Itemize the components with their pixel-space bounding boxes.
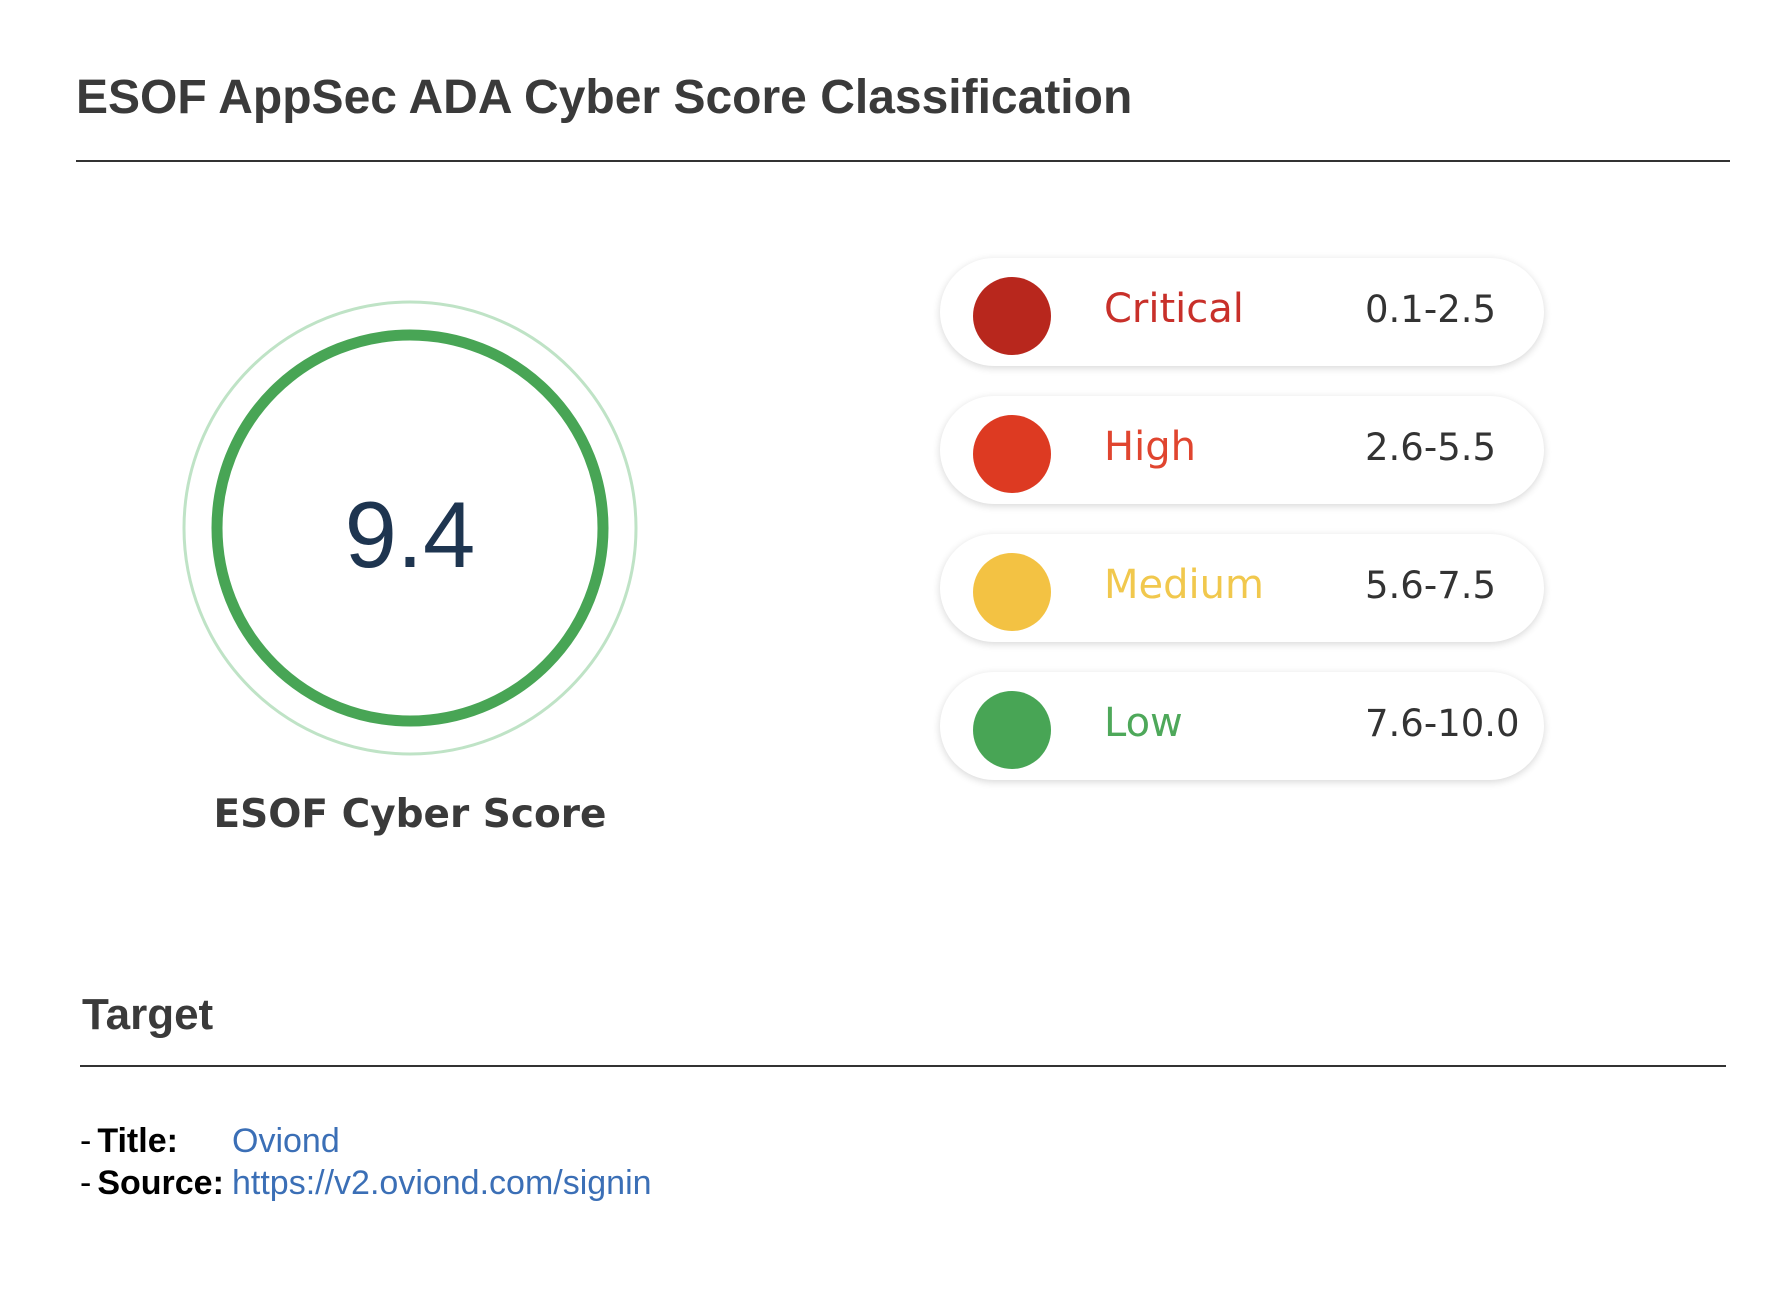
- target-heading: Target: [82, 990, 214, 1039]
- legend-item-medium: Medium 5.6-7.5: [940, 534, 1544, 642]
- legend-level: Low: [1104, 700, 1183, 746]
- score-legend: Critical 0.1-2.5 High 2.6-5.5 Medium 5.6…: [940, 258, 1548, 810]
- list-dash: -: [80, 1164, 92, 1202]
- target-title-row: - Title: Oviond: [80, 1122, 340, 1161]
- legend-level: Critical: [1104, 286, 1244, 332]
- medium-dot-icon: [973, 553, 1051, 631]
- cyber-score-label: ESOF Cyber Score: [213, 792, 607, 837]
- legend-item-high: High 2.6-5.5: [940, 396, 1544, 504]
- critical-dot-icon: [973, 277, 1051, 355]
- low-dot-icon: [973, 691, 1051, 769]
- cyber-score-gauge: 9.4: [180, 298, 640, 758]
- list-dash: -: [80, 1122, 92, 1160]
- target-title-key: Title:: [97, 1122, 178, 1160]
- target-title-value: Oviond: [232, 1122, 340, 1160]
- title-divider: [76, 160, 1730, 162]
- page-title: ESOF AppSec ADA Cyber Score Classificati…: [76, 71, 1133, 124]
- cyber-score-value: 9.4: [344, 482, 476, 587]
- high-dot-icon: [973, 415, 1051, 493]
- target-source-row: - Source: https://v2.oviond.com/signin: [80, 1164, 652, 1203]
- target-divider: [80, 1065, 1726, 1067]
- legend-range: 5.6-7.5: [1365, 564, 1497, 607]
- target-source-key: Source:: [97, 1164, 224, 1202]
- legend-level: High: [1104, 424, 1196, 470]
- legend-item-low: Low 7.6-10.0: [940, 672, 1544, 780]
- legend-item-critical: Critical 0.1-2.5: [940, 258, 1544, 366]
- target-source-link[interactable]: https://v2.oviond.com/signin: [232, 1164, 652, 1203]
- legend-level: Medium: [1104, 562, 1264, 608]
- legend-range: 2.6-5.5: [1365, 426, 1497, 469]
- legend-range: 7.6-10.0: [1365, 702, 1520, 745]
- legend-range: 0.1-2.5: [1365, 288, 1497, 331]
